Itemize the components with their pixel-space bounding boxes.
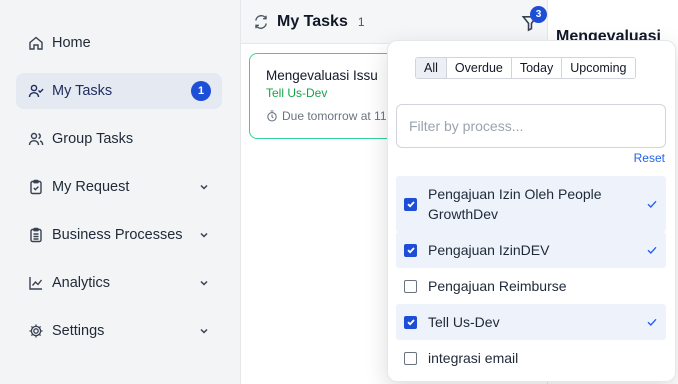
home-icon bbox=[28, 35, 44, 51]
segment-overdue[interactable]: Overdue bbox=[446, 58, 512, 78]
sidebar-item-my-tasks[interactable]: My Tasks 1 bbox=[16, 73, 222, 109]
filter-count-badge: 3 bbox=[530, 6, 547, 23]
gear-icon bbox=[28, 323, 44, 339]
check-icon bbox=[647, 318, 657, 327]
checkbox[interactable] bbox=[404, 197, 417, 211]
process-option-label: Pengajuan Reimburse bbox=[428, 278, 567, 294]
process-search-input[interactable] bbox=[396, 104, 666, 148]
sidebar-item-label: Home bbox=[52, 35, 91, 51]
users-icon bbox=[28, 131, 44, 147]
process-option-label: Pengajuan Izin Oleh People GrowthDev bbox=[428, 186, 602, 222]
check-icon bbox=[647, 200, 657, 209]
sidebar-item-analytics[interactable]: Analytics bbox=[16, 265, 222, 301]
page-title: My Tasks bbox=[277, 12, 348, 30]
chevron-down-icon[interactable] bbox=[198, 229, 210, 241]
task-list-header: My Tasks 1 3 bbox=[241, 0, 547, 44]
process-option-label: Tell Us-Dev bbox=[428, 314, 500, 330]
sidebar-item-label: Settings bbox=[52, 323, 105, 339]
process-option[interactable]: Tell Us-Dev bbox=[396, 304, 666, 340]
chevron-down-icon[interactable] bbox=[198, 325, 210, 337]
checkbox[interactable] bbox=[404, 351, 417, 365]
sidebar-item-label: My Tasks bbox=[52, 83, 113, 99]
filter-popover: All Overdue Today Upcoming Reset Pengaju… bbox=[387, 40, 676, 382]
process-option[interactable]: Pengajuan IzinDEV bbox=[396, 232, 666, 268]
refresh-icon[interactable] bbox=[253, 14, 269, 30]
checkbox[interactable] bbox=[404, 315, 417, 329]
checkbox[interactable] bbox=[404, 279, 417, 293]
clipboard-list-icon bbox=[28, 227, 44, 243]
process-option-label: Pengajuan IzinDEV bbox=[428, 242, 550, 258]
clipboard-check-icon bbox=[28, 179, 44, 195]
chevron-down-icon[interactable] bbox=[198, 277, 210, 289]
due-filter-segments: All Overdue Today Upcoming bbox=[415, 57, 636, 79]
process-option[interactable]: integrasi email bbox=[396, 340, 666, 376]
sidebar-item-label: My Request bbox=[52, 179, 130, 195]
chart-line-icon bbox=[28, 275, 44, 291]
sidebar-item-label: Business Processes bbox=[52, 227, 183, 243]
segment-all[interactable]: All bbox=[416, 58, 447, 78]
user-check-icon bbox=[28, 83, 44, 99]
task-count-badge: 1 bbox=[191, 81, 211, 101]
check-icon bbox=[647, 246, 657, 255]
segment-upcoming[interactable]: Upcoming bbox=[562, 58, 635, 78]
sidebar-item-my-request[interactable]: My Request bbox=[16, 169, 222, 205]
task-count: 1 bbox=[357, 14, 365, 29]
timer-icon bbox=[267, 110, 277, 122]
sidebar-item-group-tasks[interactable]: Group Tasks bbox=[16, 121, 222, 157]
process-option-label: integrasi email bbox=[428, 350, 519, 366]
sidebar-item-business-processes[interactable]: Business Processes bbox=[16, 217, 222, 253]
reset-link[interactable]: Reset bbox=[634, 151, 665, 165]
task-due-text: Due tomorrow at 11 bbox=[282, 109, 387, 123]
process-option[interactable]: Pengajuan Reimburse bbox=[396, 268, 666, 304]
sidebar-item-home[interactable]: Home bbox=[16, 25, 222, 61]
process-option[interactable]: Pengajuan Izin Oleh People GrowthDev bbox=[396, 176, 666, 232]
segment-today[interactable]: Today bbox=[511, 58, 563, 78]
sidebar-item-settings[interactable]: Settings bbox=[16, 313, 222, 349]
sidebar-item-label: Analytics bbox=[52, 275, 111, 291]
sidebar-item-label: Group Tasks bbox=[52, 131, 134, 147]
sidebar: Home My Tasks 1 Group Tasks My Request B… bbox=[0, 0, 240, 384]
checkbox[interactable] bbox=[404, 243, 417, 257]
chevron-down-icon[interactable] bbox=[198, 181, 210, 193]
